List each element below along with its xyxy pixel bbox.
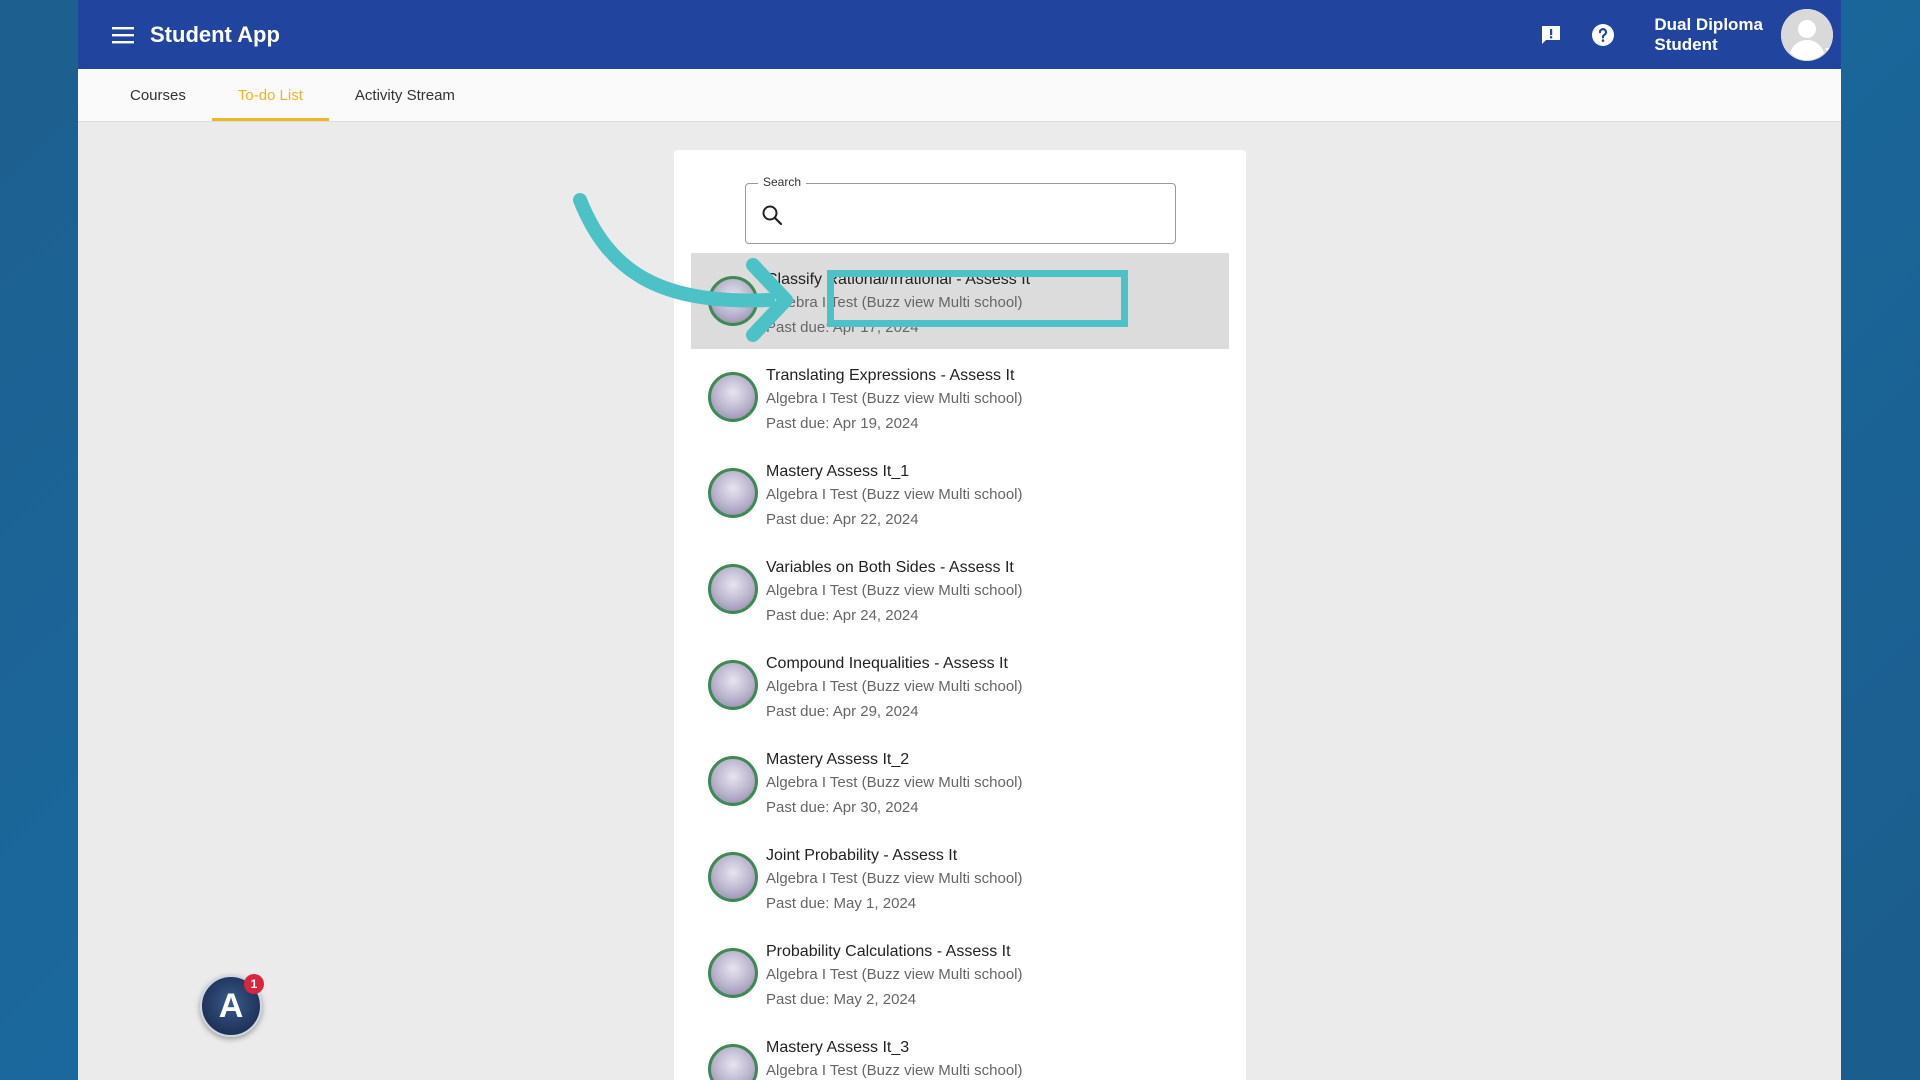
tab-courses[interactable]: Courses bbox=[104, 69, 212, 121]
item-due: Past due: May 2, 2024 bbox=[766, 991, 917, 1008]
list-item[interactable]: Joint Probability - Assess It Algebra I … bbox=[691, 829, 1229, 925]
search-icon bbox=[762, 205, 783, 226]
help-icon bbox=[1592, 23, 1615, 46]
top-bar-actions: Dual Diploma Student bbox=[1536, 0, 1833, 69]
item-due: Past due: Apr 17, 2024 bbox=[766, 319, 919, 336]
tab-activity-stream[interactable]: Activity Stream bbox=[329, 69, 481, 121]
item-title: Probability Calculations - Assess It bbox=[766, 943, 1011, 960]
course-avatar bbox=[708, 1044, 758, 1080]
hamburger-menu-button[interactable] bbox=[108, 20, 138, 50]
course-avatar bbox=[708, 852, 758, 902]
search-input[interactable] bbox=[794, 192, 1164, 236]
item-title: Mastery Assess It_2 bbox=[766, 751, 910, 768]
top-bar: Student App Dual Diploma Student bbox=[78, 0, 1841, 69]
user-name-line1: Dual Diploma bbox=[1654, 14, 1763, 34]
todo-panel: Search Classify Rational/Irrational - As… bbox=[674, 150, 1246, 1080]
help-button[interactable] bbox=[1588, 20, 1618, 50]
course-avatar bbox=[708, 756, 758, 806]
search-field: Search bbox=[745, 175, 1176, 244]
item-title: Joint Probability - Assess It bbox=[766, 847, 958, 864]
list-item[interactable]: Mastery Assess It_2 Algebra I Test (Buzz… bbox=[691, 733, 1229, 829]
app-title: Student App bbox=[150, 21, 280, 47]
item-course: Algebra I Test (Buzz view Multi school) bbox=[766, 294, 1023, 311]
item-course: Algebra I Test (Buzz view Multi school) bbox=[766, 774, 1023, 791]
item-course: Algebra I Test (Buzz view Multi school) bbox=[766, 678, 1023, 695]
tab-todo-list[interactable]: To-do List bbox=[211, 69, 329, 121]
item-due: Past due: Apr 24, 2024 bbox=[766, 607, 919, 624]
user-avatar-button[interactable] bbox=[1781, 8, 1833, 61]
chevron-down-icon bbox=[1825, 47, 1833, 53]
user-name-line2: Student bbox=[1654, 34, 1718, 54]
item-title: Variables on Both Sides - Assess It bbox=[766, 559, 1014, 576]
item-course: Algebra I Test (Buzz view Multi school) bbox=[766, 1062, 1023, 1079]
course-avatar bbox=[708, 948, 758, 998]
item-course: Algebra I Test (Buzz view Multi school) bbox=[766, 870, 1023, 887]
item-course: Algebra I Test (Buzz view Multi school) bbox=[766, 486, 1023, 503]
course-avatar bbox=[708, 276, 758, 326]
list-item[interactable]: Mastery Assess It_1 Algebra I Test (Buzz… bbox=[691, 445, 1229, 541]
item-due: Past due: Apr 19, 2024 bbox=[766, 415, 919, 432]
app-window: Student App Dual Diploma Student Courses… bbox=[78, 0, 1841, 1080]
item-course: Algebra I Test (Buzz view Multi school) bbox=[766, 582, 1023, 599]
item-title: Compound Inequalities - Assess It bbox=[766, 655, 1008, 672]
notification-count-badge: 1 bbox=[244, 974, 264, 994]
todo-list: Classify Rational/Irrational - Assess It… bbox=[691, 253, 1229, 1080]
list-item[interactable]: Probability Calculations - Assess It Alg… bbox=[691, 925, 1229, 1021]
course-avatar bbox=[708, 468, 758, 518]
item-due: Past due: Apr 30, 2024 bbox=[766, 799, 919, 816]
logo-letter: A bbox=[218, 986, 244, 1025]
list-item[interactable]: Translating Expressions - Assess It Alge… bbox=[691, 349, 1229, 445]
user-name: Dual Diploma Student bbox=[1654, 15, 1763, 55]
menu-icon bbox=[112, 26, 134, 43]
item-title: Translating Expressions - Assess It bbox=[766, 367, 1015, 384]
item-title: Classify Rational/Irrational - Assess It bbox=[766, 271, 1031, 288]
list-item[interactable]: Mastery Assess It_3 Algebra I Test (Buzz… bbox=[691, 1021, 1229, 1080]
user-avatar-icon bbox=[1781, 8, 1833, 61]
list-item[interactable]: Classify Rational/Irrational - Assess It… bbox=[691, 253, 1229, 349]
item-title: Mastery Assess It_1 bbox=[766, 463, 910, 480]
item-title: Mastery Assess It_3 bbox=[766, 1039, 910, 1056]
item-due: Past due: Apr 29, 2024 bbox=[766, 703, 919, 720]
course-avatar bbox=[708, 564, 758, 614]
item-course: Algebra I Test (Buzz view Multi school) bbox=[766, 390, 1023, 407]
list-item[interactable]: Variables on Both Sides - Assess It Alge… bbox=[691, 541, 1229, 637]
search-label: Search bbox=[758, 175, 807, 189]
item-due: Past due: May 1, 2024 bbox=[766, 895, 917, 912]
list-item[interactable]: Compound Inequalities - Assess It Algebr… bbox=[691, 637, 1229, 733]
course-avatar bbox=[708, 372, 758, 422]
item-due: Past due: Apr 22, 2024 bbox=[766, 511, 919, 528]
item-course: Algebra I Test (Buzz view Multi school) bbox=[766, 966, 1023, 983]
tab-bar: Courses To-do List Activity Stream bbox=[78, 69, 1841, 122]
feedback-button[interactable] bbox=[1536, 20, 1566, 50]
course-avatar bbox=[708, 660, 758, 710]
feedback-icon bbox=[1542, 25, 1561, 44]
